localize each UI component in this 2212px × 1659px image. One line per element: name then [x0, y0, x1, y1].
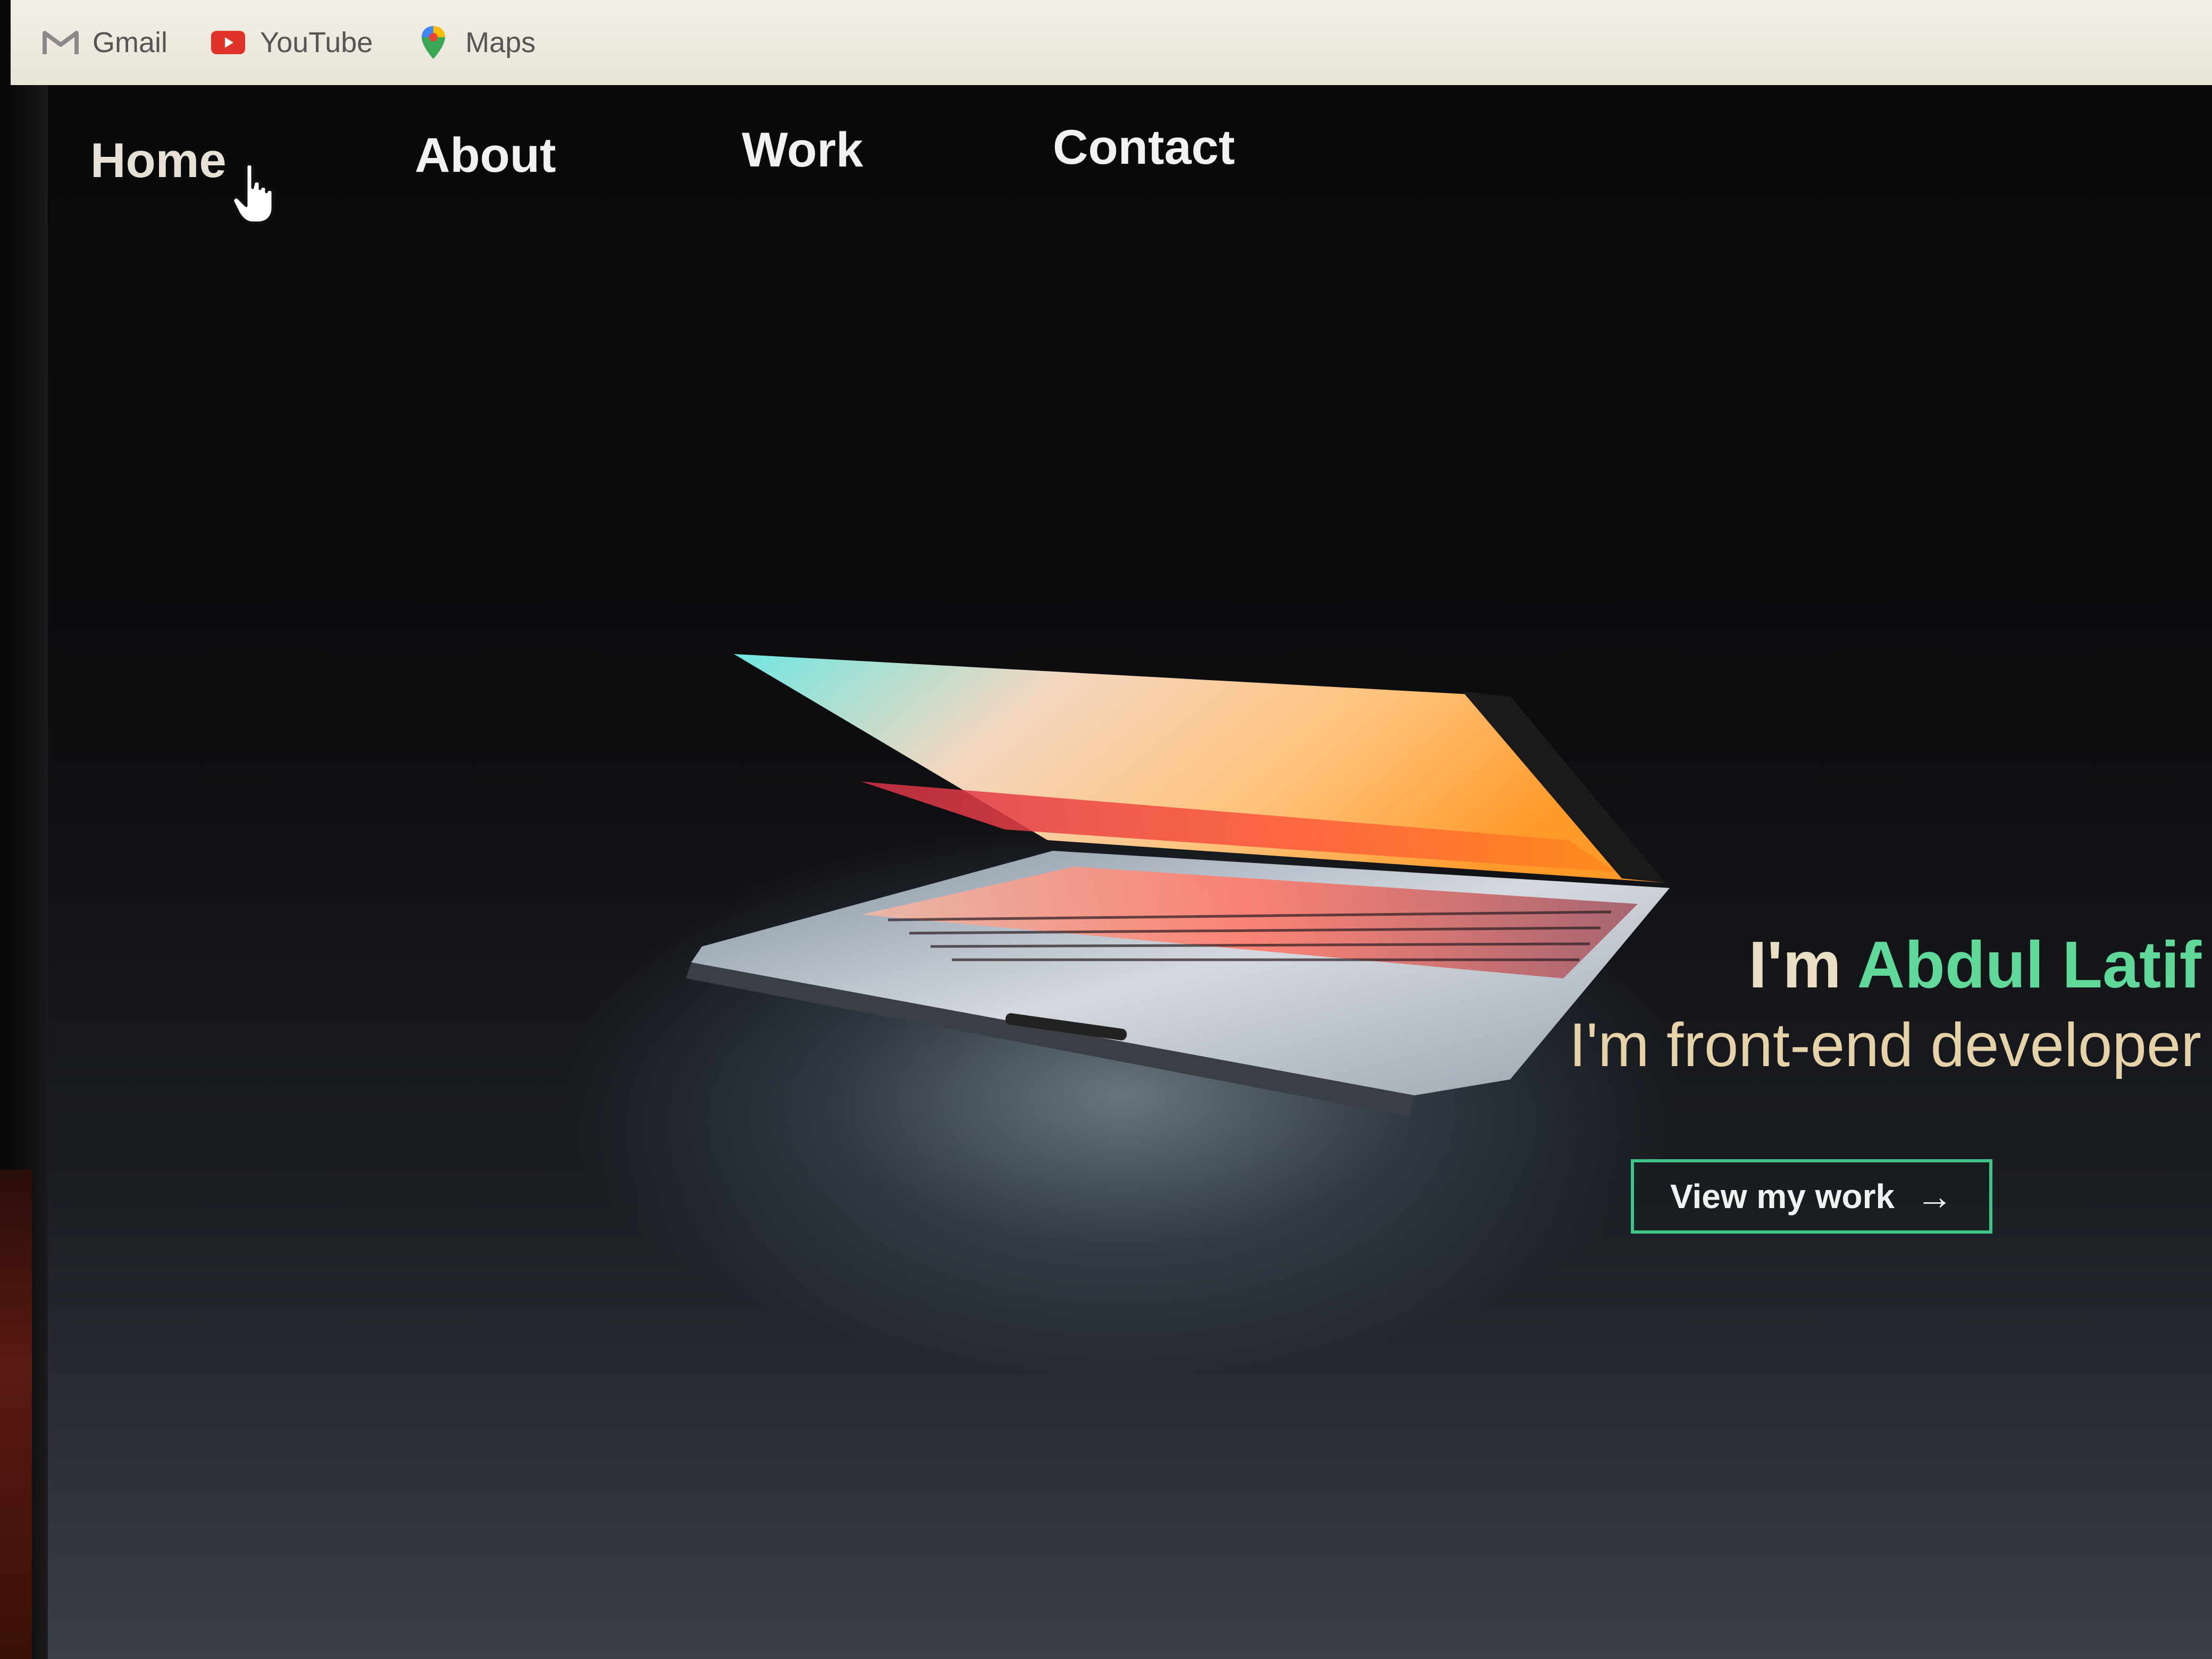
view-my-work-button[interactable]: View my work → — [1631, 1159, 1992, 1234]
bookmark-maps[interactable]: Maps — [415, 24, 535, 61]
hero-tagline: I'm front-end developer — [1569, 1010, 2201, 1079]
hero-text: I'm Abdul Latif I'm front-end developer — [1484, 925, 2201, 1085]
gmail-icon — [43, 31, 79, 54]
nav-home[interactable]: Home — [90, 133, 227, 189]
bookmark-label: Gmail — [93, 27, 168, 58]
arrow-right-icon: → — [1916, 1176, 1954, 1217]
bookmark-gmail[interactable]: Gmail — [43, 26, 167, 59]
nav-about[interactable]: About — [415, 128, 556, 183]
bookmark-label: Maps — [465, 27, 536, 58]
bookmark-label: YouTube — [260, 27, 373, 58]
bookmark-youtube[interactable]: YouTube — [210, 26, 373, 59]
nav-contact[interactable]: Contact — [1053, 120, 1235, 175]
maps-icon — [422, 26, 446, 59]
hero-intro: I'm — [1748, 928, 1857, 1002]
portfolio-page: Home About Work Contact I'm Abdul Latif … — [48, 85, 2212, 1659]
background-desk — [0, 1170, 32, 1659]
youtube-icon — [211, 31, 246, 54]
cta-label: View my work — [1670, 1177, 1895, 1216]
hand-cursor-icon — [231, 163, 274, 224]
hero-heading: I'm Abdul Latif — [1484, 925, 2201, 1005]
bookmarks-bar: Gmail YouTube Maps — [11, 0, 2212, 85]
nav-work[interactable]: Work — [742, 122, 863, 178]
hero-name: Abdul Latif — [1857, 928, 2201, 1002]
